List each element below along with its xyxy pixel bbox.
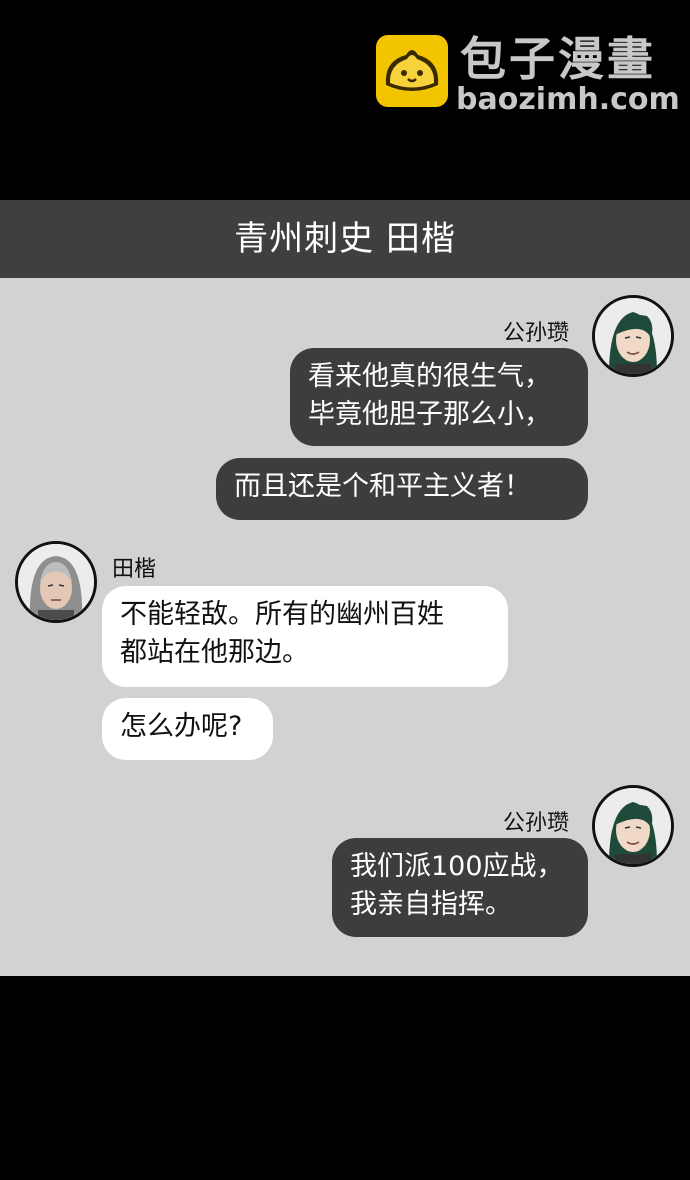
speaker-name: 公孙瓒 (503, 321, 570, 346)
speaker-name: 公孙瓒 (503, 811, 570, 836)
avatar-tian-kai (15, 541, 97, 623)
chat-bubble: 而且还是个和平主义者！ (216, 458, 588, 520)
chat-header-title: 青州刺史 田楷 (0, 200, 690, 278)
bun-logo-icon (376, 35, 448, 107)
chat-bubble: 不能轻敌。所有的幽州百姓 都站在他那边。 (102, 586, 508, 687)
avatar-gongsun-zan (592, 295, 674, 377)
chat-bubble: 看来他真的很生气， 毕竟他胆子那么小， (290, 348, 588, 446)
chat-bubble: 怎么办呢? (102, 698, 273, 760)
watermark: 包子漫畫 baozimh.com (376, 32, 680, 117)
watermark-title: 包子漫畫 (460, 32, 656, 86)
avatar-gongsun-zan (592, 785, 674, 867)
speaker-name: 田楷 (112, 557, 157, 582)
watermark-url: baozimh.com (456, 82, 680, 117)
chat-panel: 公孙瓒 看来他真的很生气， 毕竟他胆子那么小， 而且还是个和平主义者！ 田楷 不… (0, 278, 690, 976)
chat-bubble: 我们派100应战， 我亲自指挥。 (332, 838, 588, 937)
